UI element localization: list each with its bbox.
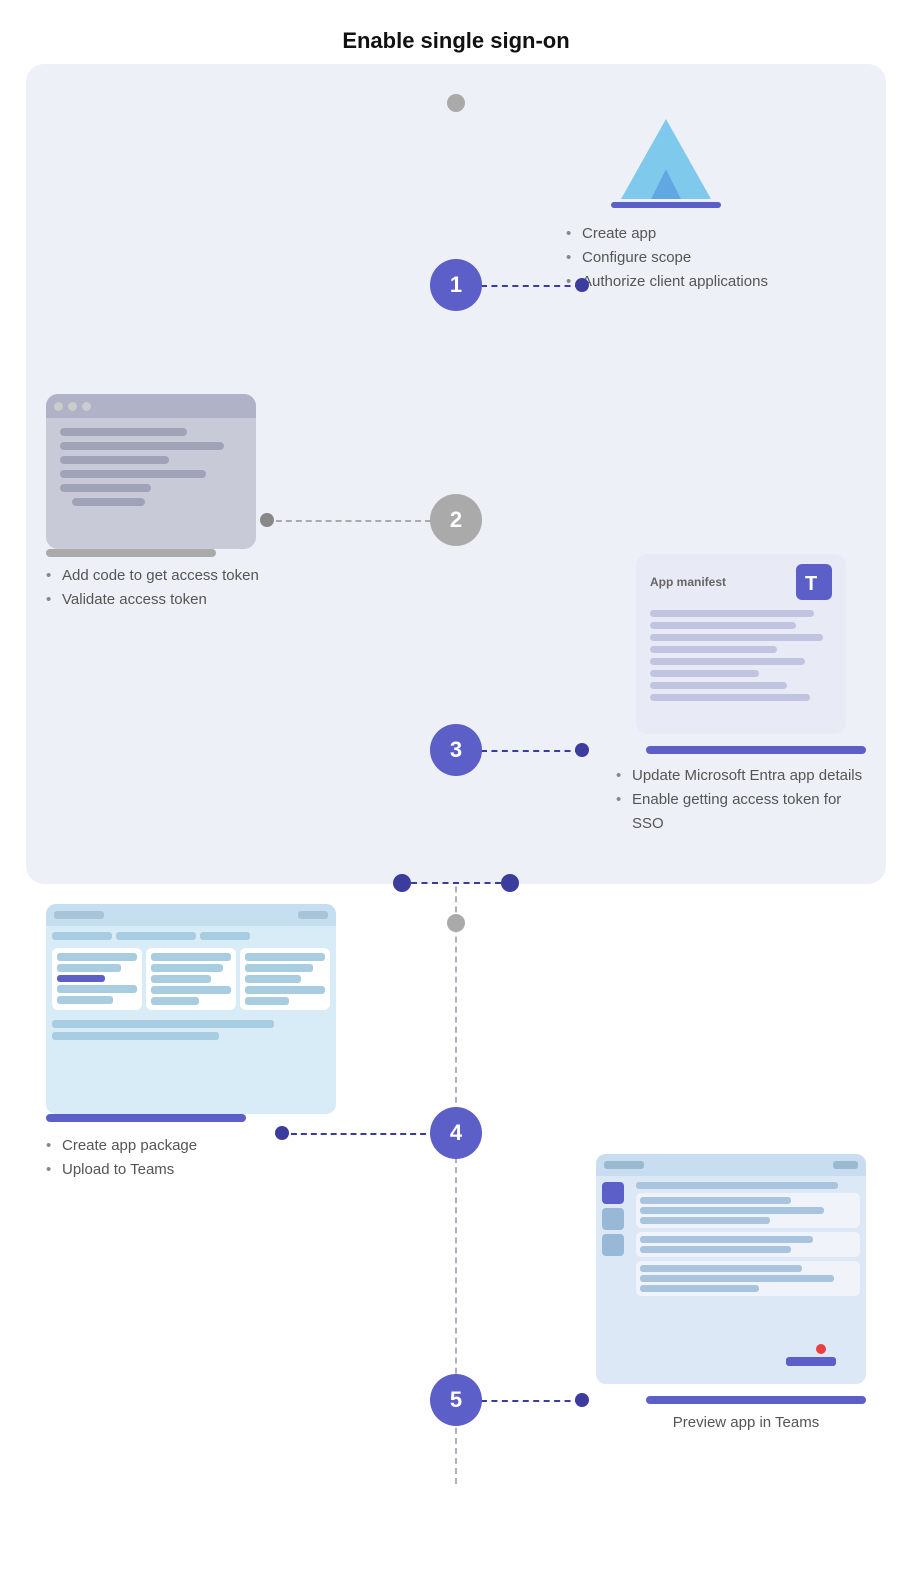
- transition-connector: [393, 874, 519, 892]
- timeline-top-dot: [447, 94, 465, 112]
- timeline-mid-dot: [447, 914, 465, 932]
- step-2-bullet-2: Validate access token: [46, 588, 259, 612]
- step-4-bullet-1: Create app package: [46, 1134, 336, 1158]
- step-4-connector-dot: [275, 1126, 289, 1140]
- step-2-connector: [266, 520, 431, 522]
- step-4-screenshot: [46, 904, 336, 1114]
- step-1-right-content: Create app Configure scope Authorize cli…: [566, 114, 866, 294]
- step-3-circle: 3: [430, 724, 482, 776]
- step-5-screenshot: [596, 1154, 866, 1384]
- svg-text:T: T: [805, 573, 817, 595]
- step-1-circle: 1: [430, 259, 482, 311]
- step-1-connector-dot: [575, 278, 589, 292]
- step-2-bullet-1: Add code to get access token: [46, 564, 259, 588]
- red-dot-icon: [816, 1344, 826, 1354]
- step-4-number: 4: [450, 1120, 462, 1146]
- step-3-bullet-1: Update Microsoft Entra app details: [616, 764, 866, 788]
- step-1-bullet-2: Configure scope: [566, 246, 768, 270]
- top-panel: 1 Create app Configure scope Authorize c…: [26, 64, 886, 884]
- step-1-bullet-1: Create app: [566, 222, 768, 246]
- step-2-number: 2: [450, 507, 462, 533]
- step-5-number: 5: [450, 1387, 462, 1413]
- step-3-connector: [481, 750, 581, 752]
- step-3-number: 3: [450, 737, 462, 763]
- step-1-connector: [481, 285, 581, 287]
- code-window-icon: [46, 394, 256, 549]
- step-3-bullet-2: Enable getting access token for SSO: [616, 788, 866, 836]
- sidebar-icon-2: [602, 1208, 624, 1230]
- sidebar-icon-1: [602, 1182, 624, 1204]
- step-2-connector-dot: [260, 513, 274, 527]
- step-3-right-content: App manifest T: [636, 554, 866, 734]
- step-1-bullet-3: Authorize client applications: [566, 270, 768, 294]
- step-5-color-bar: [646, 1396, 866, 1404]
- azure-logo-icon: [606, 114, 726, 214]
- step-4-color-bar: [46, 1114, 246, 1122]
- step-3-connector-dot: [575, 743, 589, 757]
- step-2-circle: 2: [430, 494, 482, 546]
- step-3-bullets: Update Microsoft Entra app details Enabl…: [616, 764, 866, 836]
- step-1-number: 1: [450, 272, 462, 298]
- step-4-bullets: Create app package Upload to Teams: [46, 1134, 336, 1182]
- step-5-circle: 5: [430, 1374, 482, 1426]
- step-5-right-content: [596, 1154, 866, 1384]
- step-4-circle: 4: [430, 1107, 482, 1159]
- step-4-left-content: Create app package Upload to Teams: [46, 904, 336, 1182]
- step-5-connector-dot: [575, 1393, 589, 1407]
- blue-button-icon: [786, 1357, 836, 1366]
- page-title: Enable single sign-on: [342, 28, 569, 54]
- step-2-bullets: Add code to get access token Validate ac…: [46, 564, 259, 612]
- step-2-left-content: [46, 394, 256, 557]
- step-5-connector: [481, 1400, 581, 1402]
- sidebar-icon-3: [602, 1234, 624, 1256]
- teams-icon: T: [796, 564, 832, 600]
- manifest-label: App manifest: [650, 575, 726, 589]
- step-4-bullet-2: Upload to Teams: [46, 1158, 336, 1182]
- step-4-connector: [281, 1133, 436, 1135]
- bottom-section: Create app package Upload to Teams 4: [26, 884, 886, 1484]
- step-3-color-bar: [646, 746, 866, 754]
- step-5-label: Preview app in Teams: [626, 1414, 866, 1432]
- app-manifest-card: App manifest T: [636, 554, 846, 734]
